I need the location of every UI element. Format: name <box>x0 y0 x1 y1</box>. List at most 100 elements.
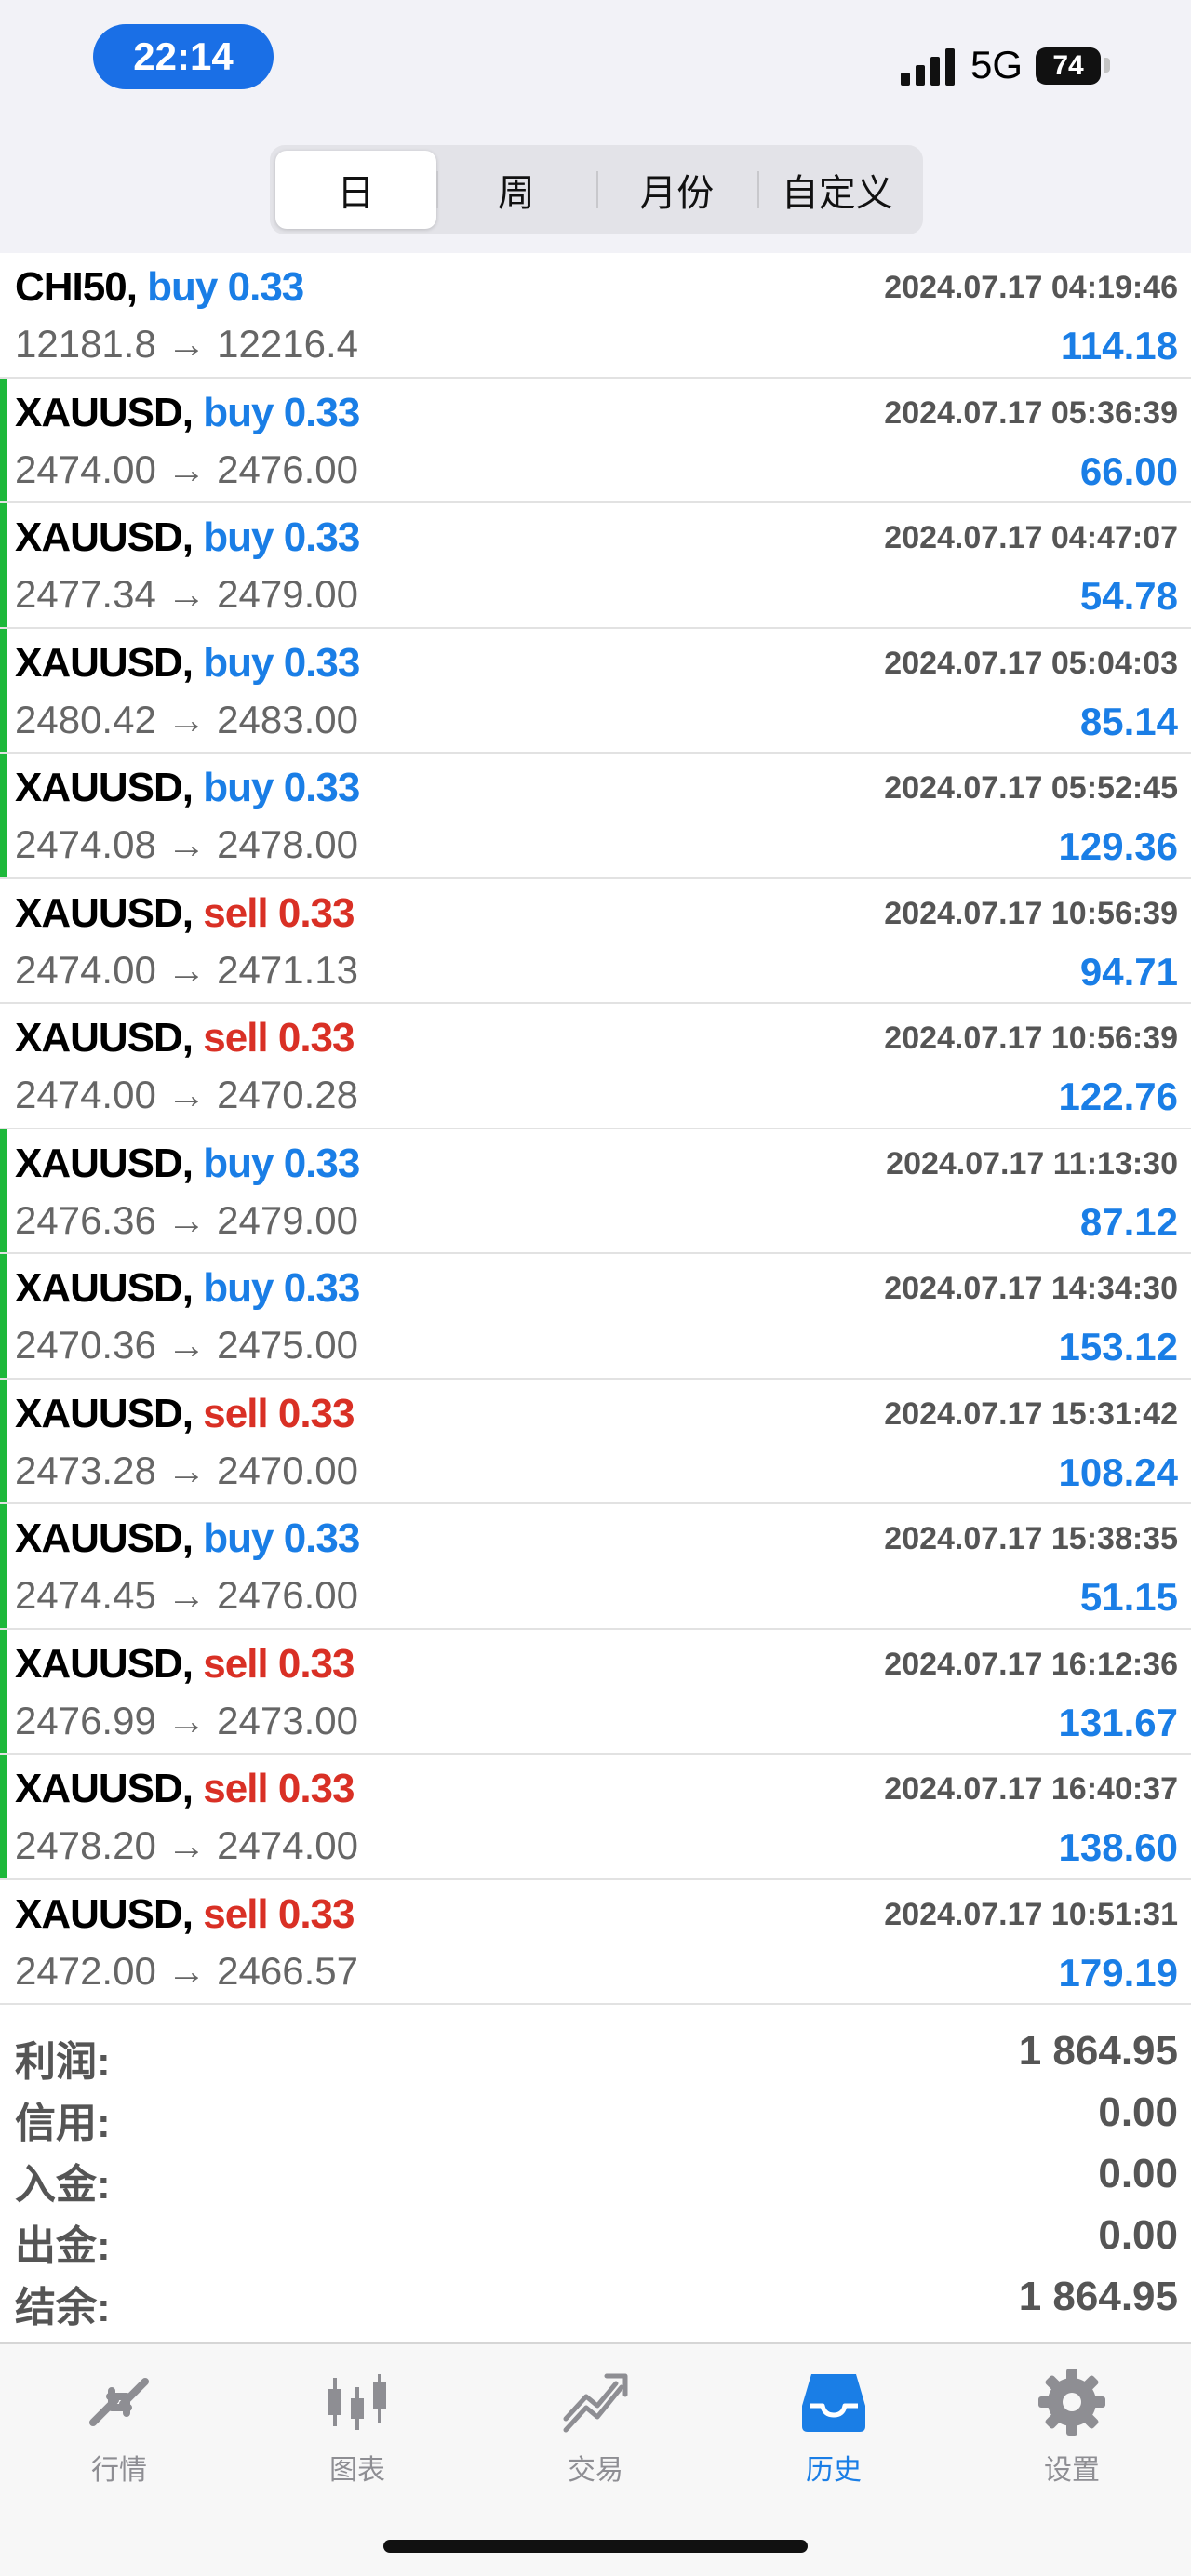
trade-side: buy 0.33 <box>203 1515 360 1561</box>
trade-row[interactable]: XAUUSD, sell 0.33 2024.07.17 10:56:39 2474… <box>0 1004 1191 1129</box>
summary-label: 出金: <box>15 2223 111 2269</box>
home-indicator[interactable] <box>383 2540 808 2553</box>
trade-icon <box>563 2373 628 2433</box>
trade-row[interactable]: XAUUSD, buy 0.33 2024.07.17 15:38:35 2474.… <box>0 1504 1191 1630</box>
trade-prices: 2476.36 → 2479.00 <box>15 1197 358 1242</box>
account-summary: 利润: 1 864.95 信用: 0.00 入金: 0.00 出金: 0.00 结余: 1 864… <box>0 2021 1191 2330</box>
tab-settings[interactable]: 设置 <box>979 2365 1165 2488</box>
segment-day[interactable]: 日 <box>275 151 436 229</box>
trade-time: 2024.07.17 05:04:03 <box>884 645 1178 681</box>
trade-time: 2024.07.17 11:13:30 <box>886 1145 1178 1181</box>
trade-prices: 2474.08 → 2478.00 <box>15 822 358 866</box>
trade-row[interactable]: XAUUSD, sell 0.33 2024.07.17 10:51:31 2472… <box>0 1880 1191 2005</box>
trade-side: sell 0.33 <box>203 1640 355 1687</box>
summary-label: 利润: <box>15 2039 111 2085</box>
symbol-name: CHI50 <box>15 264 127 310</box>
trade-profit: 108.24 <box>1058 1449 1178 1494</box>
tab-chart-label: 图表 <box>329 2455 385 2486</box>
trade-time: 2024.07.17 05:36:39 <box>884 394 1178 431</box>
tab-history-label: 历史 <box>806 2455 862 2486</box>
trade-prices: 2474.45 → 2476.00 <box>15 1573 358 1617</box>
trade-profit: 153.12 <box>1058 1325 1178 1368</box>
symbol-separator: , <box>181 1890 204 1937</box>
summary-row: 利润: 1 864.95 <box>0 2021 1191 2085</box>
trade-row[interactable]: CHI50, buy 0.33 2024.07.17 04:19:46 12181.… <box>0 253 1191 379</box>
summary-row: 信用: 0.00 <box>0 2082 1191 2146</box>
segment-custom[interactable]: 自定义 <box>756 151 918 229</box>
cellular-signal-icon <box>901 48 955 86</box>
symbol-separator: , <box>181 1390 204 1436</box>
trade-row[interactable]: XAUUSD, buy 0.33 2024.07.17 05:04:03 2480.… <box>0 628 1191 754</box>
trade-side: sell 0.33 <box>203 1890 355 1937</box>
chart-icon <box>328 2374 386 2430</box>
summary-label: 入金: <box>15 2162 111 2208</box>
tab-history[interactable]: 历史 <box>741 2365 927 2488</box>
trade-side: buy 0.33 <box>203 1140 360 1186</box>
status-time[interactable]: 22:14 <box>93 24 274 89</box>
summary-value: 1 864.95 <box>1018 2274 1178 2319</box>
trade-prices: 2474.00 → 2471.13 <box>15 947 358 992</box>
trade-profit: 66.00 <box>1079 448 1178 493</box>
segment-month[interactable]: 月份 <box>596 151 757 229</box>
trade-side: buy 0.33 <box>203 389 360 435</box>
trade-side: buy 0.33 <box>203 514 360 560</box>
trade-side: buy 0.33 <box>203 765 360 810</box>
trade-symbol: XAUUSD, sell 0.33 <box>15 1391 355 1437</box>
tab-chart[interactable]: 图表 <box>264 2365 450 2488</box>
trade-symbol: XAUUSD, sell 0.33 <box>15 1766 355 1812</box>
trade-side: sell 0.33 <box>203 1390 355 1436</box>
trade-prices: 2473.28 → 2470.00 <box>15 1448 358 1492</box>
trade-row[interactable]: XAUUSD, buy 0.33 2024.07.17 05:52:45 2474.… <box>0 754 1191 879</box>
trade-side: buy 0.33 <box>203 1265 360 1311</box>
tab-quotes[interactable]: 行情 <box>26 2365 212 2488</box>
tab-quotes-label: 行情 <box>91 2455 147 2486</box>
trade-side: sell 0.33 <box>203 1766 355 1811</box>
trade-row[interactable]: XAUUSD, sell 0.33 2024.07.17 10:56:39 2474… <box>0 879 1191 1004</box>
trade-prices: 2470.36 → 2475.00 <box>15 1323 358 1367</box>
trade-profit: 87.12 <box>1079 1199 1178 1244</box>
trade-row[interactable]: XAUUSD, buy 0.33 2024.07.17 11:13:30 2476.… <box>0 1128 1191 1254</box>
summary-value: 0.00 <box>1098 2151 1178 2196</box>
settings-icon <box>1038 2369 1105 2436</box>
trade-side: buy 0.33 <box>147 264 304 310</box>
symbol-separator: , <box>181 1015 204 1061</box>
segment-week[interactable]: 周 <box>435 151 597 229</box>
trade-symbol: XAUUSD, buy 0.33 <box>15 389 360 436</box>
trade-row[interactable]: XAUUSD, sell 0.33 2024.07.17 16:40:37 2478… <box>0 1755 1191 1880</box>
trade-time: 2024.07.17 15:38:35 <box>884 1521 1178 1556</box>
trade-prices: 2477.34 → 2479.00 <box>15 572 358 616</box>
symbol-separator: , <box>181 889 204 936</box>
summary-label: 信用: <box>15 2101 111 2146</box>
trade-prices: 2476.99 → 2473.00 <box>15 1698 358 1742</box>
trade-row[interactable]: XAUUSD, sell 0.33 2024.07.17 15:31:42 2473… <box>0 1379 1191 1504</box>
trade-row[interactable]: XAUUSD, buy 0.33 2024.07.17 04:47:07 2477.… <box>0 503 1191 629</box>
trade-symbol: XAUUSD, buy 0.33 <box>15 640 360 687</box>
symbol-name: XAUUSD <box>15 1015 183 1061</box>
trade-symbol: XAUUSD, sell 0.33 <box>15 1015 355 1061</box>
symbol-separator: , <box>126 264 148 310</box>
trade-time: 2024.07.17 15:31:42 <box>884 1395 1178 1432</box>
trade-symbol: XAUUSD, sell 0.33 <box>15 1891 355 1938</box>
symbol-name: XAUUSD <box>15 1640 183 1687</box>
period-header: 日 周 月份 自定义 <box>0 121 1191 253</box>
symbol-name: XAUUSD <box>15 1890 183 1937</box>
battery-icon: 74 <box>1036 47 1101 85</box>
symbol-separator: , <box>181 1140 204 1186</box>
trade-profit: 122.76 <box>1058 1074 1178 1118</box>
summary-value: 0.00 <box>1098 2089 1178 2135</box>
trade-profit: 179.19 <box>1058 1950 1178 1995</box>
symbol-separator: , <box>181 1640 204 1687</box>
symbol-name: XAUUSD <box>15 1140 183 1186</box>
tab-trade[interactable]: 交易 <box>502 2365 689 2488</box>
trade-profit: 54.78 <box>1079 574 1178 618</box>
summary-label: 结余: <box>15 2285 111 2330</box>
trade-row[interactable]: XAUUSD, sell 0.33 2024.07.17 16:12:36 2476… <box>0 1629 1191 1755</box>
symbol-separator: , <box>181 765 204 810</box>
trade-profit: 51.15 <box>1079 1575 1178 1619</box>
trade-time: 2024.07.17 10:56:39 <box>884 895 1178 931</box>
trade-row[interactable]: XAUUSD, buy 0.33 2024.07.17 05:36:39 2474.… <box>0 378 1191 503</box>
history-icon <box>802 2374 865 2432</box>
trade-profit: 131.67 <box>1058 1700 1178 1744</box>
symbol-name: XAUUSD <box>15 1766 183 1811</box>
trade-row[interactable]: XAUUSD, buy 0.33 2024.07.17 14:34:30 2470.… <box>0 1254 1191 1380</box>
